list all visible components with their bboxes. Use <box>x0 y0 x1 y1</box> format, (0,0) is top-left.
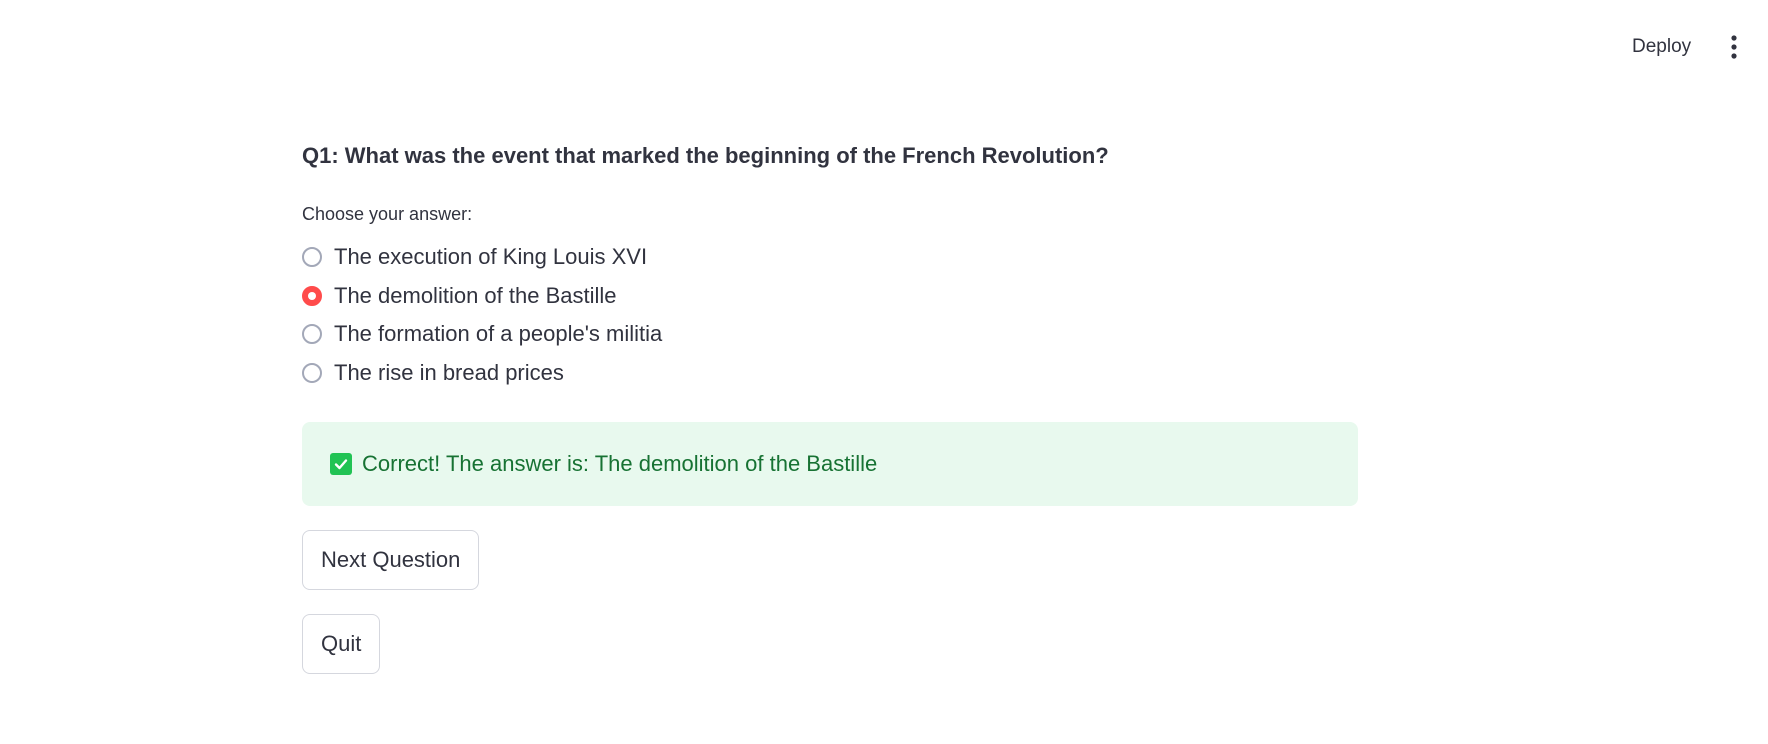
success-alert: Correct! The answer is: The demolition o… <box>302 422 1358 506</box>
radio-option[interactable]: The formation of a people's militia <box>302 315 1358 354</box>
radio-option-label: The formation of a people's militia <box>334 321 663 347</box>
success-message: Correct! The answer is: The demolition o… <box>362 451 878 476</box>
answer-radio-group: The execution of King Louis XVI The demo… <box>302 238 1358 392</box>
radio-option-label: The rise in bread prices <box>334 359 564 385</box>
main-content: Q1: What was the event that marked the b… <box>302 140 1358 674</box>
check-box-icon <box>330 453 352 475</box>
radio-option[interactable]: The execution of King Louis XVI <box>302 238 1358 277</box>
radio-option[interactable]: The demolition of the Bastille <box>302 277 1358 316</box>
quit-button[interactable]: Quit <box>302 614 381 674</box>
question-title: Q1: What was the event that marked the b… <box>302 143 1109 168</box>
app-header: Deploy <box>0 0 1768 96</box>
radio-button-selected[interactable] <box>302 285 322 306</box>
deploy-button[interactable]: Deploy <box>1628 34 1695 60</box>
radio-group-label: Choose your answer: <box>302 204 473 224</box>
radio-option-label: The demolition of the Bastille <box>334 282 617 308</box>
next-question-button[interactable]: Next Question <box>302 530 480 590</box>
radio-option-label: The execution of King Louis XVI <box>334 244 648 270</box>
radio-button[interactable] <box>302 247 322 268</box>
radio-button[interactable] <box>302 324 322 345</box>
radio-button[interactable] <box>302 362 322 383</box>
radio-option[interactable]: The rise in bread prices <box>302 354 1358 393</box>
vertical-dots-icon[interactable] <box>1728 34 1740 60</box>
